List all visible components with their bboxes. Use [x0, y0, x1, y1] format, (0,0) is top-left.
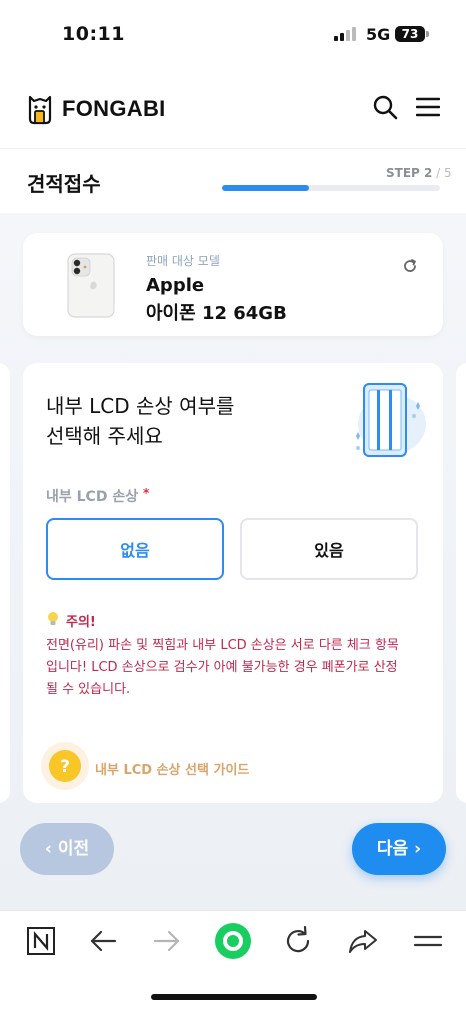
model-name: 아이폰 12 64GB — [146, 303, 287, 324]
next-label: 다음 — [376, 839, 409, 859]
next-button[interactable]: 다음 › — [352, 823, 446, 875]
fongabi-logo-icon[interactable] — [26, 93, 54, 125]
prev-chevron-icon: ‹ — [44, 839, 58, 859]
option-none-button[interactable]: 없음 — [46, 518, 224, 580]
guide-icon-glyph: ? — [60, 757, 70, 777]
browser-menu-icon[interactable] — [411, 924, 445, 958]
warning-line-3: 될 수 있습니다. — [46, 682, 131, 697]
next-card-peek — [456, 363, 466, 803]
step-separator: / — [432, 166, 445, 180]
naver-icon[interactable] — [24, 924, 58, 958]
option-present-button[interactable]: 있음 — [240, 518, 418, 580]
model-caption: 판매 대상 모델 — [146, 254, 220, 268]
model-brand: Apple — [146, 275, 205, 296]
share-icon[interactable] — [346, 924, 380, 958]
search-icon[interactable] — [372, 94, 398, 120]
prev-card-peek — [0, 363, 10, 803]
back-arrow-icon[interactable] — [86, 924, 120, 958]
guide-link[interactable]: 내부 LCD 손상 선택 가이드 — [95, 759, 249, 778]
next-chevron-icon: › — [408, 839, 422, 859]
question-text: 내부 LCD 손상 여부를 선택해 주세요 — [46, 391, 306, 451]
reload-icon[interactable] — [281, 924, 315, 958]
network-type: 5G — [366, 25, 391, 44]
brand-logo-text[interactable]: FONGABI — [62, 96, 166, 122]
forward-arrow-icon[interactable] — [150, 924, 184, 958]
lcd-illustration-icon — [356, 383, 426, 457]
warning-text: 전면(유리) 파손 및 찍힘과 내부 LCD 손상은 서로 다른 체크 항목 입… — [46, 635, 426, 701]
step-prefix: STEP — [386, 166, 424, 180]
warning-line-1: 전면(유리) 파손 및 찍힘과 내부 LCD 손상은 서로 다른 체크 항목 — [46, 638, 399, 653]
home-indicator[interactable] — [151, 994, 317, 1000]
prev-button[interactable]: ‹ 이전 — [20, 823, 114, 875]
required-mark: * — [142, 486, 150, 500]
question-line-1: 내부 LCD 손상 여부를 — [46, 394, 235, 418]
refresh-icon[interactable] — [401, 257, 419, 275]
lightbulb-icon — [48, 612, 58, 625]
question-mark-icon[interactable]: ? — [40, 741, 90, 791]
prev-label: 이전 — [57, 839, 90, 859]
page-title: 견적접수 — [27, 172, 101, 196]
phone-image — [67, 253, 115, 318]
progress-fill — [222, 185, 309, 191]
warning-line-2: 입니다! LCD 손상으로 검수가 아예 불가능한 경우 폐폰가로 산정 — [46, 660, 398, 675]
field-label: 내부 LCD 손상 * — [46, 486, 149, 506]
battery-icon: 73 — [395, 26, 425, 42]
step-total: 5 — [444, 166, 452, 180]
home-circle-icon[interactable] — [214, 922, 252, 960]
menu-icon[interactable] — [416, 97, 440, 117]
field-label-text: 내부 LCD 손상 — [46, 489, 139, 505]
step-indicator: STEP 2 / 5 — [386, 166, 452, 180]
signal-icon — [334, 27, 358, 41]
battery-tip — [426, 31, 429, 37]
warning-title: 주의! — [66, 615, 96, 630]
status-time: 10:11 — [62, 23, 125, 45]
question-line-2: 선택해 주세요 — [46, 424, 163, 448]
